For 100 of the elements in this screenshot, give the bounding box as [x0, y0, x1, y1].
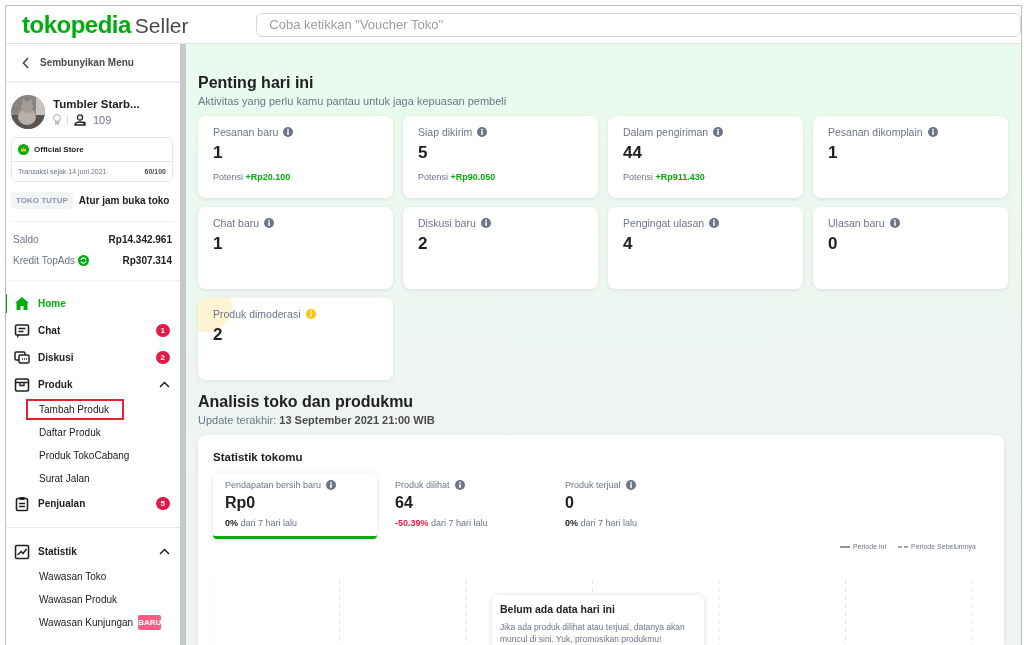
info-icon[interactable]: [264, 218, 275, 228]
summary-card[interactable]: Produk dimoderasi 2: [198, 298, 393, 380]
card-value: 0: [828, 234, 839, 254]
balance-label: Kredit TopAds: [13, 255, 76, 266]
card-value: 1: [213, 143, 224, 163]
info-icon[interactable]: [454, 480, 465, 490]
metric-label: Produk terjual: [565, 480, 621, 490]
card-value: 44: [623, 143, 643, 163]
potential-text: Potensi +Rp20.100: [213, 172, 292, 182]
info-icon[interactable]: [709, 218, 720, 228]
card-label: Diskusi baru: [418, 217, 476, 229]
summary-card[interactable]: Dalam pengiriman 44 Potensi +Rp911.430: [608, 116, 803, 198]
count-badge: 1: [155, 324, 170, 337]
chart-icon: [14, 543, 30, 560]
card-label: Produk dimoderasi: [213, 308, 301, 320]
sidebar-submenu-item[interactable]: Produk TokoCabang: [39, 447, 130, 464]
card-title: Statistik tokomu: [213, 451, 304, 463]
store-status-tag: TOKO TUTUP: [11, 192, 73, 209]
metric-value: 0: [565, 494, 575, 512]
metric-label: Produk dilihat: [395, 480, 450, 490]
sidebar-menu-item[interactable]: Chat 1: [6, 317, 180, 344]
sidebar-submenu-item[interactable]: Daftar Produk: [39, 424, 101, 441]
info-icon[interactable]: [713, 127, 724, 137]
balance-label: Saldo: [13, 234, 39, 245]
card-label: Pesanan dikomplain: [828, 126, 923, 138]
opening-hours-link[interactable]: Atur jam buka toko: [78, 195, 170, 206]
info-icon[interactable]: [283, 127, 294, 137]
metric-tab[interactable]: Produk dilihat 64 -50.39% dari 7 hari lalu: [383, 473, 547, 539]
info-icon[interactable]: [889, 218, 900, 228]
info-icon[interactable]: [927, 127, 938, 137]
section-subtitle: Aktivitas yang perlu kamu pantau untuk jaga kepuasan pembeli: [198, 95, 508, 107]
balance-value: Rp14.342.961: [108, 234, 172, 245]
metric-value: Rp0: [225, 494, 257, 512]
card-value: 5: [418, 143, 429, 163]
hide-menu-link[interactable]: Sembunyikan Menu: [40, 57, 134, 68]
chat-bubbles-icon: [14, 349, 30, 366]
summary-card[interactable]: Pesanan dikomplain 1: [813, 116, 1008, 198]
potential-text: Potensi +Rp90.050: [418, 172, 497, 182]
card-label: Dalam pengiriman: [623, 126, 709, 138]
metric-label: Pendapatan bersih baru: [225, 480, 322, 490]
card-label: Siap dikirim: [418, 126, 473, 138]
metric-change: 0% dari 7 hari lalu: [565, 518, 639, 528]
sidebar-submenu-item[interactable]: Wawasan Produk: [39, 591, 117, 608]
new-badge: BARU: [138, 615, 162, 630]
metric-tab[interactable]: Pendapatan bersih baru Rp0 0% dari 7 hari lalu: [213, 473, 377, 539]
card-label: Pengingat ulasan: [623, 217, 705, 229]
clipboard-icon: [14, 495, 30, 512]
last-update-text: Update terakhir: 13 September 2021 21:00 WIB: [198, 414, 436, 426]
follower-count: 109: [93, 114, 112, 126]
refresh-icon[interactable]: [78, 255, 90, 266]
box-icon: [14, 376, 30, 393]
info-icon[interactable]: [625, 480, 636, 490]
chevron-left-icon[interactable]: [22, 56, 30, 69]
metric-change: -50.39% dari 7 hari lalu: [395, 518, 489, 528]
info-icon[interactable]: [480, 218, 491, 228]
count-badge: 5: [155, 497, 170, 510]
search-field[interactable]: Coba ketikkan "Voucher Toko": [256, 12, 1021, 37]
medal-icon: [53, 114, 61, 126]
summary-card[interactable]: Pesanan baru 1 Potensi +Rp20.100: [198, 116, 393, 198]
sidebar-submenu-item[interactable]: Wawasan Kunjungan: [39, 614, 134, 631]
sidebar-menu-item[interactable]: Statistik: [6, 538, 180, 565]
followers-icon: [74, 114, 87, 126]
section-title: Penting hari ini: [198, 74, 315, 92]
sidebar-menu-item[interactable]: Penjualan 5: [6, 490, 180, 517]
official-badge-icon: [18, 144, 29, 155]
chat-icon: [14, 322, 30, 339]
logo-suffix: Seller: [134, 13, 189, 38]
sidebar-menu-item[interactable]: Diskusi 2: [6, 344, 180, 371]
card-value: 2: [213, 325, 224, 345]
summary-card[interactable]: Pengingat ulasan 4: [608, 207, 803, 289]
card-value: 1: [213, 234, 224, 254]
summary-card[interactable]: Diskusi baru 2: [403, 207, 598, 289]
sidebar-submenu-item[interactable]: Tambah Produk: [26, 399, 125, 420]
card-value: 1: [828, 143, 839, 163]
card-value: 4: [623, 234, 634, 254]
tooltip-text: Jika ada produk dilihat atau terjual, datanya akan muncul di sini. Yuk, promosikan produkmu!: [500, 621, 686, 645]
section-title: Analisis toko dan produkmu: [198, 393, 415, 411]
card-label: Pesanan baru: [213, 126, 279, 138]
metric-change: 0% dari 7 hari lalu: [225, 518, 299, 528]
shop-name[interactable]: Tumbler Starb...: [53, 98, 140, 110]
chevron-up-icon[interactable]: [159, 548, 170, 555]
summary-card[interactable]: Ulasan baru 0: [813, 207, 1008, 289]
metric-tab[interactable]: Produk terjual 0 0% dari 7 hari lalu: [553, 473, 717, 539]
summary-card[interactable]: Chat baru 1: [198, 207, 393, 289]
sidebar-submenu-item[interactable]: Wawasan Toko: [39, 568, 107, 585]
potential-text: Potensi +Rp911.430: [623, 172, 706, 182]
sidebar-menu-item[interactable]: Produk: [6, 371, 180, 398]
tooltip-title: Belum ada data hari ini: [500, 603, 616, 615]
metric-value: 64: [395, 494, 414, 512]
count-badge: 2: [155, 351, 170, 364]
info-icon[interactable]: [326, 480, 337, 490]
summary-card[interactable]: Siap dikirim 5 Potensi +Rp90.050: [403, 116, 598, 198]
dashed-line-legend-icon: [898, 544, 908, 549]
sidebar-submenu-item[interactable]: Surat Jalan: [39, 470, 90, 487]
solid-line-legend-icon: [839, 544, 850, 549]
info-icon[interactable]: [477, 127, 488, 137]
home-icon: [14, 295, 30, 312]
card-value: 2: [418, 234, 429, 254]
chevron-up-icon[interactable]: [159, 381, 170, 388]
card-label: Chat baru: [213, 217, 260, 229]
